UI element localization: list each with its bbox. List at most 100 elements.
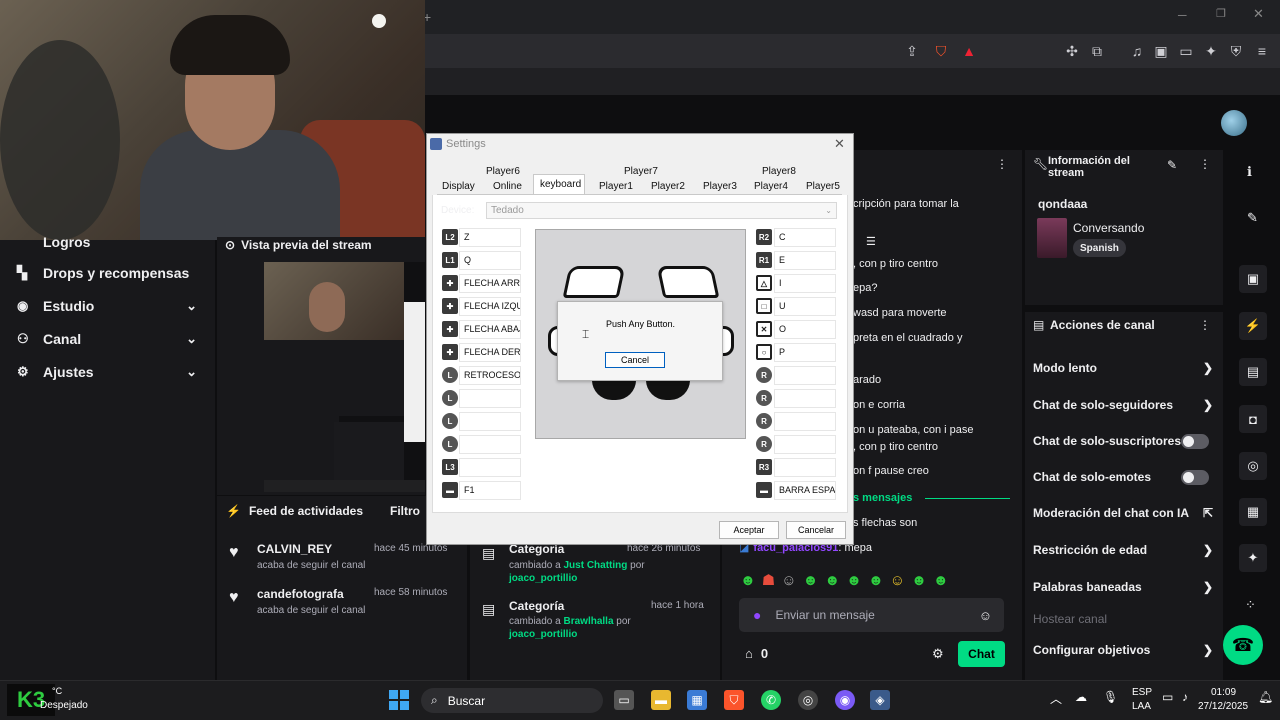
nav-item-ajustes[interactable]: ⚙ Ajustes ⌄	[0, 355, 215, 388]
media-icon[interactable]: ♫	[1127, 41, 1147, 61]
apps-icon[interactable]: ⁘	[1245, 597, 1256, 613]
nav-item-logros-partial[interactable]: Logros	[43, 234, 90, 250]
taskbar-search[interactable]: ⌕ Buscar	[421, 688, 603, 713]
stream-preview-video[interactable]	[264, 262, 425, 492]
language-bottom[interactable]: LAA	[1132, 701, 1151, 712]
key-binding-field[interactable]: FLECHA ARRI	[459, 274, 521, 293]
emote-icon[interactable]: ☻	[740, 572, 756, 589]
emote-icon[interactable]: ☻	[846, 572, 862, 589]
feed-item-name[interactable]: candefotografa	[257, 587, 344, 601]
category-user[interactable]: joaco_portillio	[509, 573, 577, 584]
key-binding-field[interactable]: FLECHA ABAJ	[459, 320, 521, 339]
key-binding-field[interactable]	[774, 366, 836, 385]
key-binding-field[interactable]: E	[774, 251, 836, 270]
pencil-icon[interactable]: ✎	[1247, 210, 1258, 226]
microphone-icon[interactable]: 🎙︎	[1103, 690, 1118, 704]
category-name[interactable]: Conversando	[1073, 221, 1144, 235]
task-view-icon[interactable]: ▭	[614, 690, 634, 710]
emote-icon[interactable]: ☻	[803, 572, 819, 589]
share-icon[interactable]: ⇪	[902, 41, 922, 61]
device-select[interactable]: Tedado ⌄	[486, 202, 837, 219]
key-binding-field[interactable]: BARRA ESPAC	[774, 481, 836, 500]
key-binding-field[interactable]	[459, 389, 521, 408]
feed-filter-button[interactable]: Filtro	[390, 504, 420, 518]
action-solo-suscriptores[interactable]: Chat de solo-suscriptores	[1033, 433, 1217, 449]
chat-input[interactable]: ● Enviar un mensaje ☺	[739, 598, 1004, 632]
monitor-icon[interactable]: ▭	[1162, 690, 1173, 704]
tab-player1[interactable]: Player1	[599, 181, 633, 192]
wallet-icon[interactable]: ▭	[1176, 41, 1196, 61]
close-icon[interactable]: ✕	[834, 136, 845, 152]
emulator-icon[interactable]: ◈	[870, 690, 890, 710]
maximize-icon[interactable]: ❐	[1216, 7, 1226, 20]
broadcast-icon[interactable]: ◎	[1239, 452, 1267, 480]
feed-item-name[interactable]: CALVIN_REY	[257, 542, 332, 556]
notes-icon[interactable]: ▤	[1239, 358, 1267, 386]
chat-bubble-icon[interactable]: ◘	[1239, 405, 1267, 433]
key-binding-field[interactable]: P	[774, 343, 836, 362]
cloud-icon[interactable]: ☁	[1075, 690, 1087, 704]
emote-icon[interactable]: ☗	[762, 571, 775, 589]
key-binding-field[interactable]	[774, 412, 836, 431]
emote-icon[interactable]: ☺	[781, 572, 796, 589]
vpn-icon[interactable]: ⛨	[1226, 41, 1246, 61]
layout-icon[interactable]: ▦	[1239, 498, 1267, 526]
nav-item-estudio[interactable]: ◉ Estudio ⌄	[0, 289, 215, 322]
edit-icon[interactable]: ✎	[1167, 158, 1177, 172]
notifications-icon[interactable]: 🔔︎	[1258, 690, 1273, 704]
action-modo-lento[interactable]: Modo lento ❯	[1033, 361, 1217, 375]
action-moderacion-ia[interactable]: Moderación del chat con IA ⇱	[1033, 506, 1217, 520]
tab-player5[interactable]: Player5	[806, 181, 840, 192]
more-icon[interactable]: ⋮	[1199, 318, 1211, 332]
sidebar-icon[interactable]: ▣	[1151, 41, 1171, 61]
accept-button[interactable]: Aceptar	[719, 521, 779, 539]
key-binding-field[interactable]: U	[774, 297, 836, 316]
key-binding-field[interactable]: F1	[459, 481, 521, 500]
tab-player8[interactable]: Player8	[762, 166, 796, 177]
key-binding-field[interactable]: I	[774, 274, 836, 293]
action-palabras-baneadas[interactable]: Palabras baneadas ❯	[1033, 580, 1217, 594]
key-binding-field[interactable]: O	[774, 320, 836, 339]
key-binding-field[interactable]: C	[774, 228, 836, 247]
weather-text[interactable]: Despejado	[40, 700, 88, 711]
lightning-icon[interactable]: ⚡	[1239, 312, 1267, 340]
user-avatar[interactable]	[1221, 110, 1247, 136]
tab-player7[interactable]: Player7	[624, 166, 658, 177]
key-binding-field[interactable]	[459, 435, 521, 454]
extensions-icon[interactable]: ✣	[1062, 41, 1082, 61]
emote-icon[interactable]: ☻	[868, 572, 884, 589]
tab-player6[interactable]: Player6	[486, 166, 520, 177]
tab-player3[interactable]: Player3	[703, 181, 737, 192]
language-top[interactable]: ESP	[1132, 687, 1152, 698]
wrench-icon[interactable]: ✦	[1239, 544, 1267, 572]
chat-app-icon[interactable]: ◉	[835, 690, 855, 710]
emote-icon[interactable]: ☺	[890, 572, 905, 589]
info-icon[interactable]: ℹ	[1247, 164, 1252, 180]
brave-icon[interactable]: ⛉	[724, 690, 744, 710]
key-binding-field[interactable]: FLECHA DERE	[459, 343, 521, 362]
brave-shield-icon[interactable]: ⛉	[931, 41, 951, 61]
nav-item-drops[interactable]: ▚ Drops y recompensas	[0, 256, 215, 289]
volume-icon[interactable]: ♪	[1182, 690, 1188, 704]
toggle-switch[interactable]	[1181, 469, 1209, 485]
tab-player2[interactable]: Player2	[651, 181, 685, 192]
chat-send-button[interactable]: Chat	[958, 641, 1005, 667]
key-binding-field[interactable]	[459, 458, 521, 477]
key-binding-field[interactable]	[459, 412, 521, 431]
action-configurar-objetivos[interactable]: Configurar objetivos ❯	[1033, 643, 1217, 657]
key-binding-field[interactable]	[774, 458, 836, 477]
screenshot-icon[interactable]: ⧉	[1087, 41, 1107, 61]
key-binding-field[interactable]	[774, 435, 836, 454]
key-binding-field[interactable]	[774, 389, 836, 408]
action-restriccion-edad[interactable]: Restricción de edad ❯	[1033, 543, 1217, 557]
tab-keyboard[interactable]: keyboard	[540, 179, 581, 190]
emote-icon[interactable]: ☻	[911, 572, 927, 589]
key-binding-field[interactable]: Z	[459, 228, 521, 247]
cancel-button[interactable]: Cancelar	[786, 521, 846, 539]
brave-rewards-icon[interactable]: ▲	[959, 41, 979, 61]
tab-player4[interactable]: Player4	[754, 181, 788, 192]
clock-time[interactable]: 01:09	[1211, 687, 1236, 698]
toggle-switch[interactable]	[1181, 433, 1209, 449]
microphone-icon[interactable]: ●	[753, 607, 761, 623]
support-button[interactable]: ☎	[1223, 625, 1263, 665]
